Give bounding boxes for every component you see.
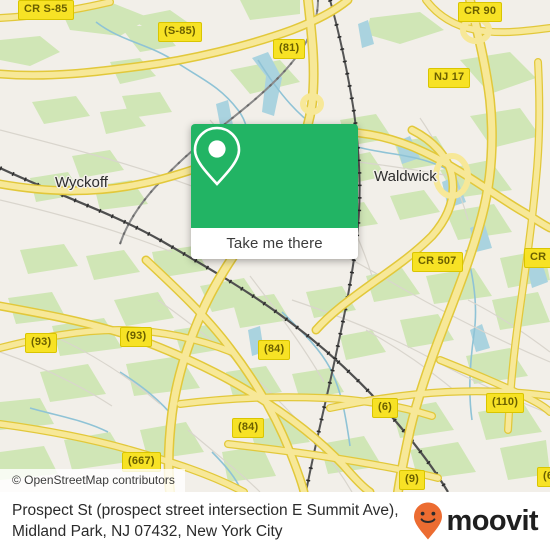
popup-footer[interactable]: Take me there <box>191 228 358 259</box>
route-shield-84-b[interactable]: (84) <box>232 418 265 438</box>
place-label-wyckoff: Wyckoff <box>55 174 108 191</box>
footer-bar: Prospect St (prospect street intersectio… <box>0 492 550 550</box>
place-label-waldwick: Waldwick <box>374 168 437 185</box>
moovit-pin-icon <box>413 502 442 540</box>
moovit-map-screenshot: Wyckoff Waldwick CR S-85 (S-85) CR 90 (8… <box>0 0 550 550</box>
route-shield-81[interactable]: (81) <box>273 39 306 59</box>
route-shield-6-cut[interactable]: (6 <box>537 467 550 487</box>
popup-header <box>191 124 358 228</box>
route-shield-nj-17[interactable]: NJ 17 <box>428 68 471 88</box>
route-shield-9[interactable]: (9) <box>399 470 426 490</box>
moovit-brand-logo[interactable]: moovit <box>412 501 542 541</box>
moovit-wordmark: moovit <box>446 504 539 537</box>
destination-popup-card[interactable]: Take me there <box>191 124 358 259</box>
route-shield-cr-5-cut[interactable]: CR 5 <box>524 248 550 268</box>
address-text: Prospect St (prospect street intersectio… <box>12 502 399 540</box>
route-shield-110[interactable]: (110) <box>486 393 525 413</box>
map-attribution[interactable]: © OpenStreetMap contributors <box>0 469 185 492</box>
route-shield-cr-90[interactable]: CR 90 <box>458 2 503 22</box>
route-shield-93-a[interactable]: (93) <box>25 333 58 353</box>
route-shield-cr-s-85[interactable]: CR S-85 <box>18 0 74 20</box>
route-shield-s-85[interactable]: (S-85) <box>158 22 202 42</box>
route-shield-6[interactable]: (6) <box>372 398 399 418</box>
route-shield-cr-507-a[interactable]: CR 507 <box>412 252 463 272</box>
map-canvas[interactable]: Wyckoff Waldwick CR S-85 (S-85) CR 90 (8… <box>0 0 550 492</box>
location-pin-icon <box>193 126 241 186</box>
route-shield-93-b[interactable]: (93) <box>120 327 153 347</box>
route-shield-84-a[interactable]: (84) <box>258 340 291 360</box>
take-me-there-label: Take me there <box>226 235 323 252</box>
